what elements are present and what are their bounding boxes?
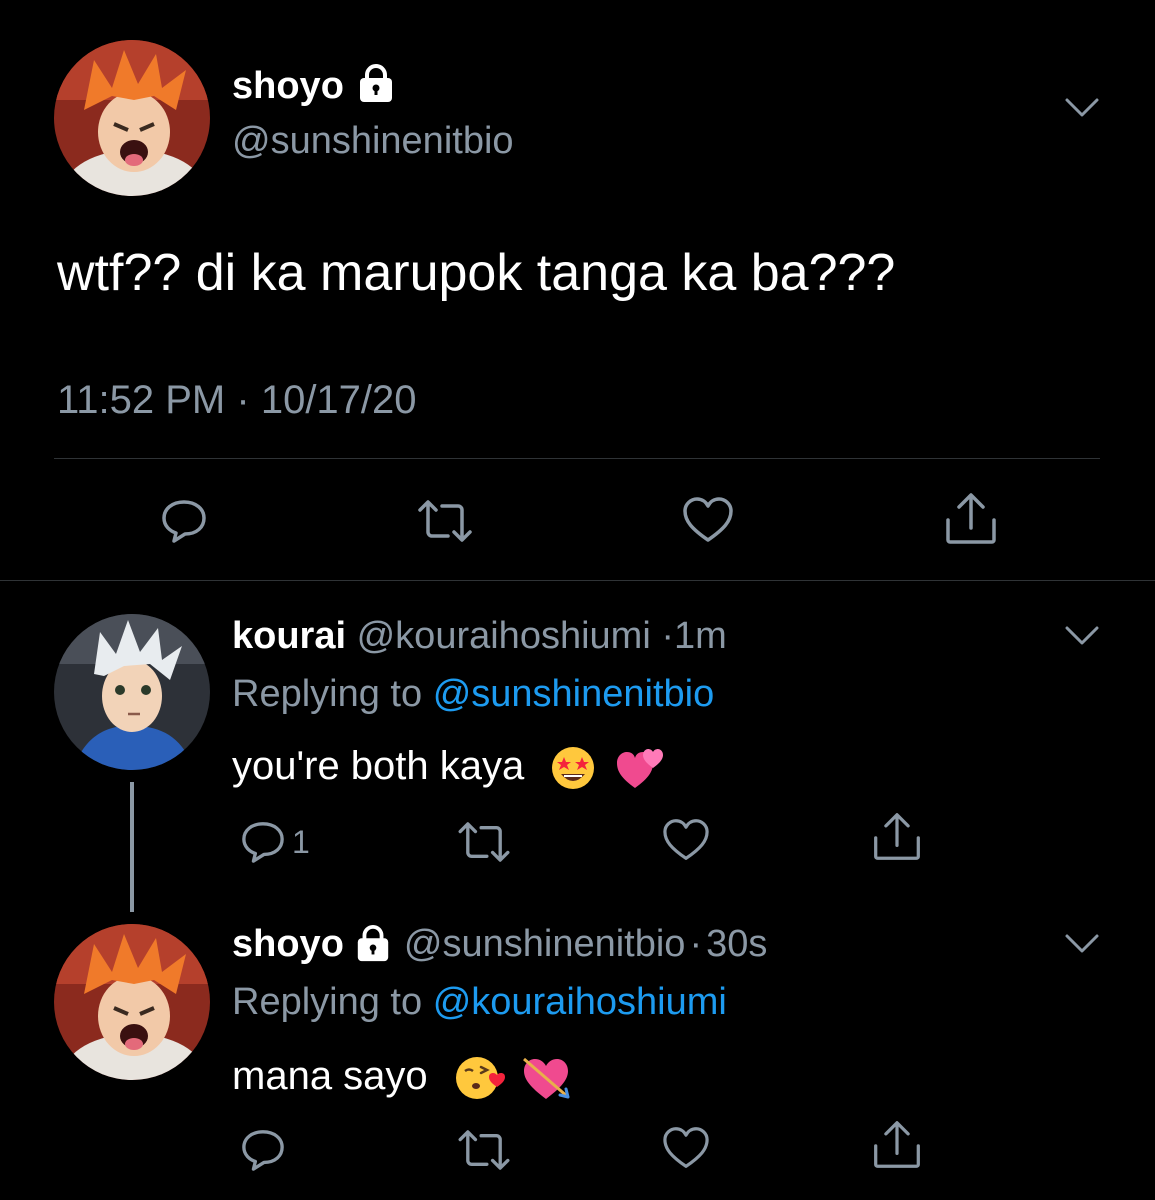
reply-count: 1 (292, 823, 310, 860)
avatar[interactable] (54, 40, 210, 196)
retweet-button[interactable] (454, 1130, 514, 1170)
replying-to-line: Replying to @kouraihoshiumi (232, 978, 727, 1026)
replying-to-label: Replying to (232, 981, 423, 1023)
replying-to-line: Replying to @sunshinenitbio (232, 670, 714, 718)
chevron-down-icon[interactable] (1064, 96, 1100, 120)
like-button[interactable] (662, 1126, 710, 1170)
author-name[interactable]: kourai (232, 615, 346, 657)
tweet-timestamp: 11:52 PM · 10/17/20 (57, 374, 417, 426)
kissing-face-emoji (455, 1057, 505, 1100)
like-button[interactable] (682, 496, 734, 544)
tweet-text: wtf?? di ka marupok tanga ka ba??? (57, 244, 896, 302)
reply-text-line: mana sayo (232, 1050, 572, 1102)
share-icon (874, 1121, 920, 1168)
reply-time[interactable]: 30s (706, 920, 767, 968)
kourai-avatar-image (54, 614, 210, 770)
separator-dot: · (661, 615, 674, 657)
author-name[interactable]: shoyo (232, 920, 344, 968)
reply-time[interactable]: 1m (674, 615, 727, 657)
like-icon (683, 497, 733, 542)
thread-line (130, 782, 134, 912)
share-icon (946, 493, 996, 544)
share-icon (874, 813, 920, 860)
author-handle[interactable]: @sunshinenitbio (404, 920, 686, 968)
author-handle[interactable]: @kouraihoshiumi (357, 615, 651, 657)
reply-button[interactable] (160, 498, 208, 544)
share-button[interactable] (872, 1120, 922, 1170)
reply-icon (162, 500, 206, 543)
share-button[interactable] (944, 492, 998, 546)
reply-header: shoyo @sunshinenitbio · 30s (232, 920, 767, 968)
like-button[interactable] (662, 818, 710, 862)
like-icon (663, 1127, 709, 1168)
share-button[interactable] (872, 812, 922, 862)
reply-text-line: you're both kaya (232, 740, 665, 792)
heart-arrow-emoji (522, 1058, 570, 1100)
lock-icon (356, 63, 396, 109)
retweet-icon (458, 822, 510, 862)
reply-text: you're both kaya (232, 744, 525, 788)
reply-button[interactable]: 1 (240, 820, 310, 864)
replying-to-label: Replying to (232, 673, 423, 715)
lock-icon (354, 925, 392, 963)
retweet-icon (418, 500, 472, 542)
reply-button[interactable] (240, 1128, 286, 1172)
avatar[interactable] (54, 614, 210, 770)
chevron-down-icon[interactable] (1064, 932, 1100, 956)
reply-header: kourai @kouraihoshiumi ·1m (232, 612, 727, 660)
hinata-avatar-image (54, 924, 210, 1080)
tweet-time[interactable]: 11:52 PM (57, 378, 225, 422)
reply-icon (242, 1130, 284, 1171)
tweet-date[interactable]: 10/17/20 (261, 378, 417, 422)
author-handle[interactable]: @sunshinenitbio (232, 118, 514, 164)
divider (54, 458, 1100, 459)
reply-text: mana sayo (232, 1054, 428, 1098)
hinata-avatar-image (54, 40, 210, 196)
star-struck-emoji (552, 747, 595, 790)
chevron-down-icon[interactable] (1064, 624, 1100, 648)
retweet-icon (458, 1130, 510, 1170)
two-hearts-emoji (616, 749, 663, 789)
separator-dot: · (236, 378, 250, 422)
reply-icon (242, 822, 284, 863)
author-name[interactable]: shoyo (232, 65, 344, 108)
section-divider (0, 580, 1155, 581)
separator-dot: · (689, 923, 703, 965)
avatar[interactable] (54, 924, 210, 1080)
like-icon (663, 819, 709, 860)
mention-link[interactable]: @kouraihoshiumi (433, 981, 727, 1023)
retweet-button[interactable] (414, 500, 476, 542)
retweet-button[interactable] (454, 822, 514, 862)
mention-link[interactable]: @sunshinenitbio (433, 673, 715, 715)
